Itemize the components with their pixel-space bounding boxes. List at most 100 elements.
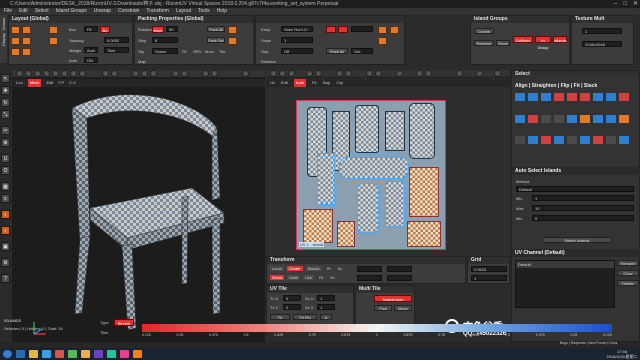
vp3d-tool-13[interactable] [150, 70, 157, 77]
transform-mouse-button[interactable]: Mouse [305, 266, 322, 271]
multi-tile-switch-button[interactable]: Switch/Auto [374, 295, 412, 302]
keep-pack-all-button[interactable]: Pack All [326, 48, 348, 54]
island-groups-show-button[interactable]: Show [496, 40, 510, 46]
island-groups-remove-button[interactable]: Remove [474, 40, 494, 46]
uv-island[interactable] [317, 153, 335, 205]
zoom-icon[interactable]: ⌕ [1, 226, 10, 235]
folder-icon[interactable] [29, 350, 38, 358]
vp3d-tool-9[interactable] [102, 70, 109, 77]
transform-center-button[interactable]: Center [286, 266, 303, 271]
layout-icon-7[interactable] [49, 26, 58, 34]
align-center-icon[interactable] [528, 93, 538, 101]
uv-tool-11[interactable] [416, 70, 423, 77]
layout-auto-field[interactable]: Auto [84, 47, 98, 53]
packing-check-fit[interactable]: Fit [182, 49, 186, 54]
layout-icon-2[interactable] [22, 26, 31, 34]
straighten-icon[interactable] [619, 93, 629, 101]
uv-tile-sz-v-field[interactable]: 1 [317, 304, 335, 310]
scale-icon[interactable]: ⤡ [1, 110, 10, 119]
align-middle-icon[interactable] [567, 93, 577, 101]
packing-mom-button[interactable]: Mom [152, 26, 164, 33]
close-button[interactable]: ✕ [633, 0, 638, 8]
uv-channel-delete-button[interactable]: Delete [617, 280, 639, 286]
viewport-3d[interactable]: Lon Mesh Edit F.P C.S [12, 70, 265, 342]
uv-tool-4[interactable] [306, 70, 313, 77]
packing-check-mom[interactable]: Mom [205, 49, 214, 54]
transform-rotate2-field[interactable] [357, 275, 382, 281]
fit-v-icon[interactable] [554, 114, 564, 123]
uv-island[interactable] [355, 105, 379, 153]
distribute-h-icon[interactable] [593, 93, 603, 101]
menu-island-groups[interactable]: Island Groups [56, 8, 87, 15]
align-tool-22[interactable] [554, 136, 564, 145]
keep-toggle-2[interactable] [338, 26, 348, 33]
vp3d-tab-cs[interactable]: C.S [69, 79, 76, 87]
keep-opt-field[interactable]: Opt [351, 48, 373, 54]
select-islands-button[interactable]: Select Islands [542, 237, 612, 243]
layout-fit-field[interactable]: Fit [84, 26, 98, 32]
vp3d-tool-16[interactable] [202, 70, 209, 77]
uv-island[interactable] [339, 157, 409, 179]
packing-icon-2[interactable] [228, 37, 237, 45]
grid-sub-field[interactable]: 1 [471, 275, 507, 281]
menu-file[interactable]: File [4, 8, 12, 15]
vp3d-tool-18[interactable] [242, 70, 249, 77]
uv-island[interactable] [303, 209, 333, 243]
align-bottom-icon[interactable] [580, 93, 590, 101]
uv-tool-5[interactable] [315, 70, 322, 77]
layout-icon-1[interactable] [11, 26, 20, 34]
stack-icon[interactable]: ≡ [1, 194, 10, 203]
uv-viewport[interactable]: Uv Edit Auto Fit Swp Clip UV 1 - Island [266, 70, 510, 255]
taskbar-app-icon[interactable] [94, 350, 103, 358]
vp3d-tool-6[interactable] [61, 70, 68, 77]
packing-pack-sel-button[interactable]: Pack Sel. [207, 37, 225, 43]
menu-edit[interactable]: Edit [19, 8, 28, 15]
stack-icon-a[interactable] [567, 114, 577, 123]
uv-tab-uv[interactable]: Uv [270, 79, 275, 87]
uv-tool-15[interactable] [494, 70, 501, 77]
align-tool-20[interactable] [528, 136, 538, 145]
layout-icon-5[interactable] [11, 48, 20, 56]
island-groups-outlines-button[interactable]: Outlines [513, 36, 533, 43]
align-tool-23[interactable] [567, 136, 577, 145]
taskbar-app-icon[interactable] [120, 350, 129, 358]
browser-icon[interactable] [42, 350, 51, 358]
layout-icon-3[interactable] [11, 37, 20, 45]
vp3d-tool-3[interactable] [34, 70, 41, 77]
uv-tile-tx-u-field[interactable]: 0 [283, 295, 301, 301]
display-tab[interactable]: Display [1, 33, 6, 46]
keep-icon-3[interactable] [390, 26, 399, 34]
menu-tools[interactable]: Tools [198, 8, 210, 15]
uv-tile-tx-v-field[interactable]: 0 [283, 304, 301, 310]
packing-icon-1[interactable] [228, 26, 237, 34]
packing-90-field[interactable]: 90 [166, 26, 178, 32]
uv-tool-2[interactable] [279, 70, 286, 77]
transform-local-button[interactable]: Local [270, 266, 284, 271]
uv-channel-rename-button[interactable]: Rename [617, 260, 639, 266]
layout-bo-button[interactable]: Bo [100, 26, 110, 33]
menu-select[interactable]: Select [35, 8, 49, 15]
weld-icon[interactable]: ⊕ [1, 138, 10, 147]
align-tool-19[interactable] [515, 136, 525, 145]
uv-tile-a-button[interactable]: A [320, 314, 332, 320]
vp3d-tab-edit[interactable]: Edit [46, 79, 53, 87]
taskbar-app-icon[interactable] [55, 350, 64, 358]
transform-world-button[interactable]: World [270, 275, 285, 280]
uv-tab-auto[interactable]: Auto [293, 79, 307, 87]
uv-channel-list[interactable]: Default [515, 260, 615, 308]
vp3d-tool-17[interactable] [211, 70, 218, 77]
uv-tool-13[interactable] [456, 70, 463, 77]
vp3d-tool-5[interactable] [52, 70, 59, 77]
rotate-90-icon[interactable] [593, 114, 603, 123]
rotate-icon[interactable]: ↻ [1, 98, 10, 107]
layout-on-field[interactable]: ON [84, 57, 98, 63]
uv-tool-10[interactable] [396, 70, 403, 77]
vp3d-tool-14[interactable] [172, 70, 179, 77]
keep-gap-field[interactable]: Off [281, 48, 313, 54]
uv-tile-sz-u-field[interactable]: 1 [317, 295, 335, 301]
align-right-icon[interactable] [541, 93, 551, 101]
multi-tile-pick-button[interactable]: Pick [374, 305, 392, 311]
minimize-button[interactable]: – [614, 0, 617, 8]
uv-tile-fit-button[interactable]: Fit [270, 314, 290, 320]
transform-scale-field[interactable] [387, 266, 412, 272]
